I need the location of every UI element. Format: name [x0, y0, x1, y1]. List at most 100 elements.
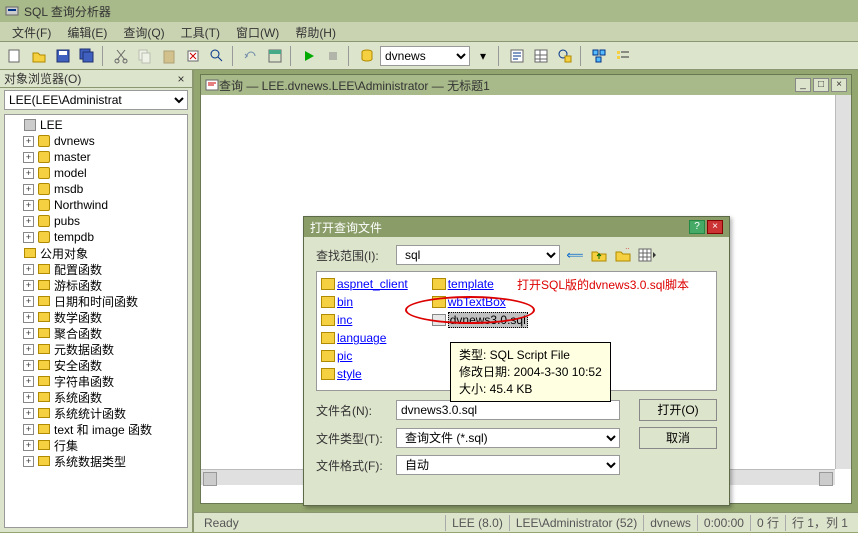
- filetype-label: 文件类型(T):: [316, 430, 390, 447]
- filetype-combo[interactable]: 查询文件 (*.sql): [396, 428, 620, 448]
- query-window-icon: [205, 78, 219, 92]
- stop-icon[interactable]: [322, 45, 344, 67]
- tree-db[interactable]: +dvnews: [7, 133, 185, 149]
- lookin-combo[interactable]: sql: [396, 245, 560, 265]
- show-plan-icon[interactable]: [588, 45, 610, 67]
- tree-folder[interactable]: +系统数据类型: [7, 453, 185, 469]
- sidebar-close-icon[interactable]: ×: [174, 72, 188, 86]
- svg-text:*: *: [625, 248, 630, 256]
- menu-edit[interactable]: 编辑(E): [59, 22, 115, 41]
- open-button[interactable]: 打开(O): [639, 399, 717, 421]
- statusbar: Ready LEE (8.0) LEE\Administrator (52) d…: [194, 512, 858, 532]
- status-server: LEE (8.0): [445, 515, 509, 531]
- filename-input[interactable]: [396, 400, 620, 420]
- close-icon[interactable]: ×: [831, 78, 847, 92]
- tree-folder[interactable]: +配置函数: [7, 261, 185, 277]
- menu-help[interactable]: 帮助(H): [287, 22, 344, 41]
- app-titlebar: SQL 查询分析器: [0, 0, 858, 22]
- filename-label: 文件名(N):: [316, 402, 390, 419]
- paste-icon[interactable]: [158, 45, 180, 67]
- new-folder-icon[interactable]: *: [614, 246, 632, 264]
- new-query-icon[interactable]: [4, 45, 26, 67]
- status-user: LEE\Administrator (52): [509, 515, 643, 531]
- maximize-icon[interactable]: □: [813, 78, 829, 92]
- tree-folder[interactable]: +行集: [7, 437, 185, 453]
- object-tree[interactable]: LEE +dvnews +master +model +msdb +Northw…: [4, 114, 188, 528]
- tree-db[interactable]: +model: [7, 165, 185, 181]
- status-pos: 行 1，列 1: [785, 515, 854, 531]
- tree-folder[interactable]: +元数据函数: [7, 341, 185, 357]
- undo-icon[interactable]: [240, 45, 262, 67]
- app-icon: [4, 3, 20, 19]
- folder-item[interactable]: language: [321, 330, 408, 346]
- open-icon[interactable]: [28, 45, 50, 67]
- results-grid-icon[interactable]: [530, 45, 552, 67]
- minimize-icon[interactable]: _: [795, 78, 811, 92]
- tree-folder[interactable]: +游标函数: [7, 277, 185, 293]
- copy-icon[interactable]: [134, 45, 156, 67]
- tree-folder[interactable]: +聚合函数: [7, 325, 185, 341]
- file-item-selected[interactable]: dvnews3.0.sql: [432, 312, 528, 328]
- menu-window[interactable]: 窗口(W): [228, 22, 287, 41]
- annotation-text: 打开SQL版的dvnews3.0.sql脚本: [517, 276, 689, 293]
- server-combo[interactable]: LEE(LEE\Administrat: [4, 90, 188, 110]
- clear-icon[interactable]: [182, 45, 204, 67]
- status-ready: Ready: [198, 515, 445, 531]
- back-icon[interactable]: ⟸: [566, 246, 584, 264]
- tree-server[interactable]: LEE: [7, 117, 185, 133]
- tree-db[interactable]: +tempdb: [7, 229, 185, 245]
- app-title: SQL 查询分析器: [24, 3, 111, 20]
- tree-db[interactable]: +master: [7, 149, 185, 165]
- view-menu-icon[interactable]: [638, 246, 656, 264]
- dialog-close-icon[interactable]: ×: [707, 220, 723, 234]
- query-title: 查询 — LEE.dvnews.LEE\Administrator — 无标题1: [219, 77, 490, 94]
- tree-folder[interactable]: 公用对象: [7, 245, 185, 261]
- tree-db[interactable]: +msdb: [7, 181, 185, 197]
- dialog-title: 打开查询文件: [310, 219, 382, 236]
- tree-folder[interactable]: +系统统计函数: [7, 405, 185, 421]
- menu-query[interactable]: 查询(Q): [115, 22, 172, 41]
- tree-folder[interactable]: +text 和 image 函数: [7, 421, 185, 437]
- folder-item[interactable]: bin: [321, 294, 408, 310]
- file-tooltip: 类型: SQL Script File 修改日期: 2004-3-30 10:5…: [450, 342, 611, 402]
- save-all-icon[interactable]: [76, 45, 98, 67]
- folder-item[interactable]: style: [321, 366, 408, 382]
- status-rows: 0 行: [750, 515, 785, 531]
- tree-folder[interactable]: +日期和时间函数: [7, 293, 185, 309]
- mode-icon[interactable]: [264, 45, 286, 67]
- db-icon: [356, 45, 378, 67]
- tree-folder[interactable]: +系统函数: [7, 389, 185, 405]
- status-db: dvnews: [643, 515, 697, 531]
- results-file-icon[interactable]: [554, 45, 576, 67]
- vertical-scrollbar[interactable]: [835, 95, 851, 469]
- folder-item[interactable]: pic: [321, 348, 408, 364]
- folder-item[interactable]: aspnet_client: [321, 276, 408, 292]
- up-folder-icon[interactable]: [590, 246, 608, 264]
- cancel-button[interactable]: 取消: [639, 427, 717, 449]
- menu-file[interactable]: 文件(F): [4, 22, 59, 41]
- object-browser: 对象浏览器(O) × LEE(LEE\Administrat LEE +dvne…: [0, 70, 194, 532]
- save-icon[interactable]: [52, 45, 74, 67]
- cut-icon[interactable]: [110, 45, 132, 67]
- folder-item[interactable]: wbTextBox: [432, 294, 528, 310]
- fileformat-combo[interactable]: 自动: [396, 455, 620, 475]
- find-icon[interactable]: [206, 45, 228, 67]
- dialog-help-icon[interactable]: ?: [689, 220, 705, 234]
- tree-folder[interactable]: +数学函数: [7, 309, 185, 325]
- database-combo[interactable]: dvnews: [380, 46, 470, 66]
- tree-db[interactable]: +pubs: [7, 213, 185, 229]
- status-time: 0:00:00: [697, 515, 750, 531]
- execute-icon[interactable]: [298, 45, 320, 67]
- menu-tools[interactable]: 工具(T): [173, 22, 228, 41]
- tree-db[interactable]: +Northwind: [7, 197, 185, 213]
- tree-folder[interactable]: +字符串函数: [7, 373, 185, 389]
- menubar: 文件(F) 编辑(E) 查询(Q) 工具(T) 窗口(W) 帮助(H): [0, 22, 858, 42]
- sidebar-title: 对象浏览器(O): [4, 70, 81, 87]
- folder-item[interactable]: inc: [321, 312, 408, 328]
- folder-item[interactable]: template: [432, 276, 528, 292]
- results-text-icon[interactable]: [506, 45, 528, 67]
- lookin-label: 查找范围(I):: [316, 247, 390, 264]
- object-browser-icon[interactable]: [612, 45, 634, 67]
- dropdown-arrow-icon[interactable]: ▾: [472, 45, 494, 67]
- tree-folder[interactable]: +安全函数: [7, 357, 185, 373]
